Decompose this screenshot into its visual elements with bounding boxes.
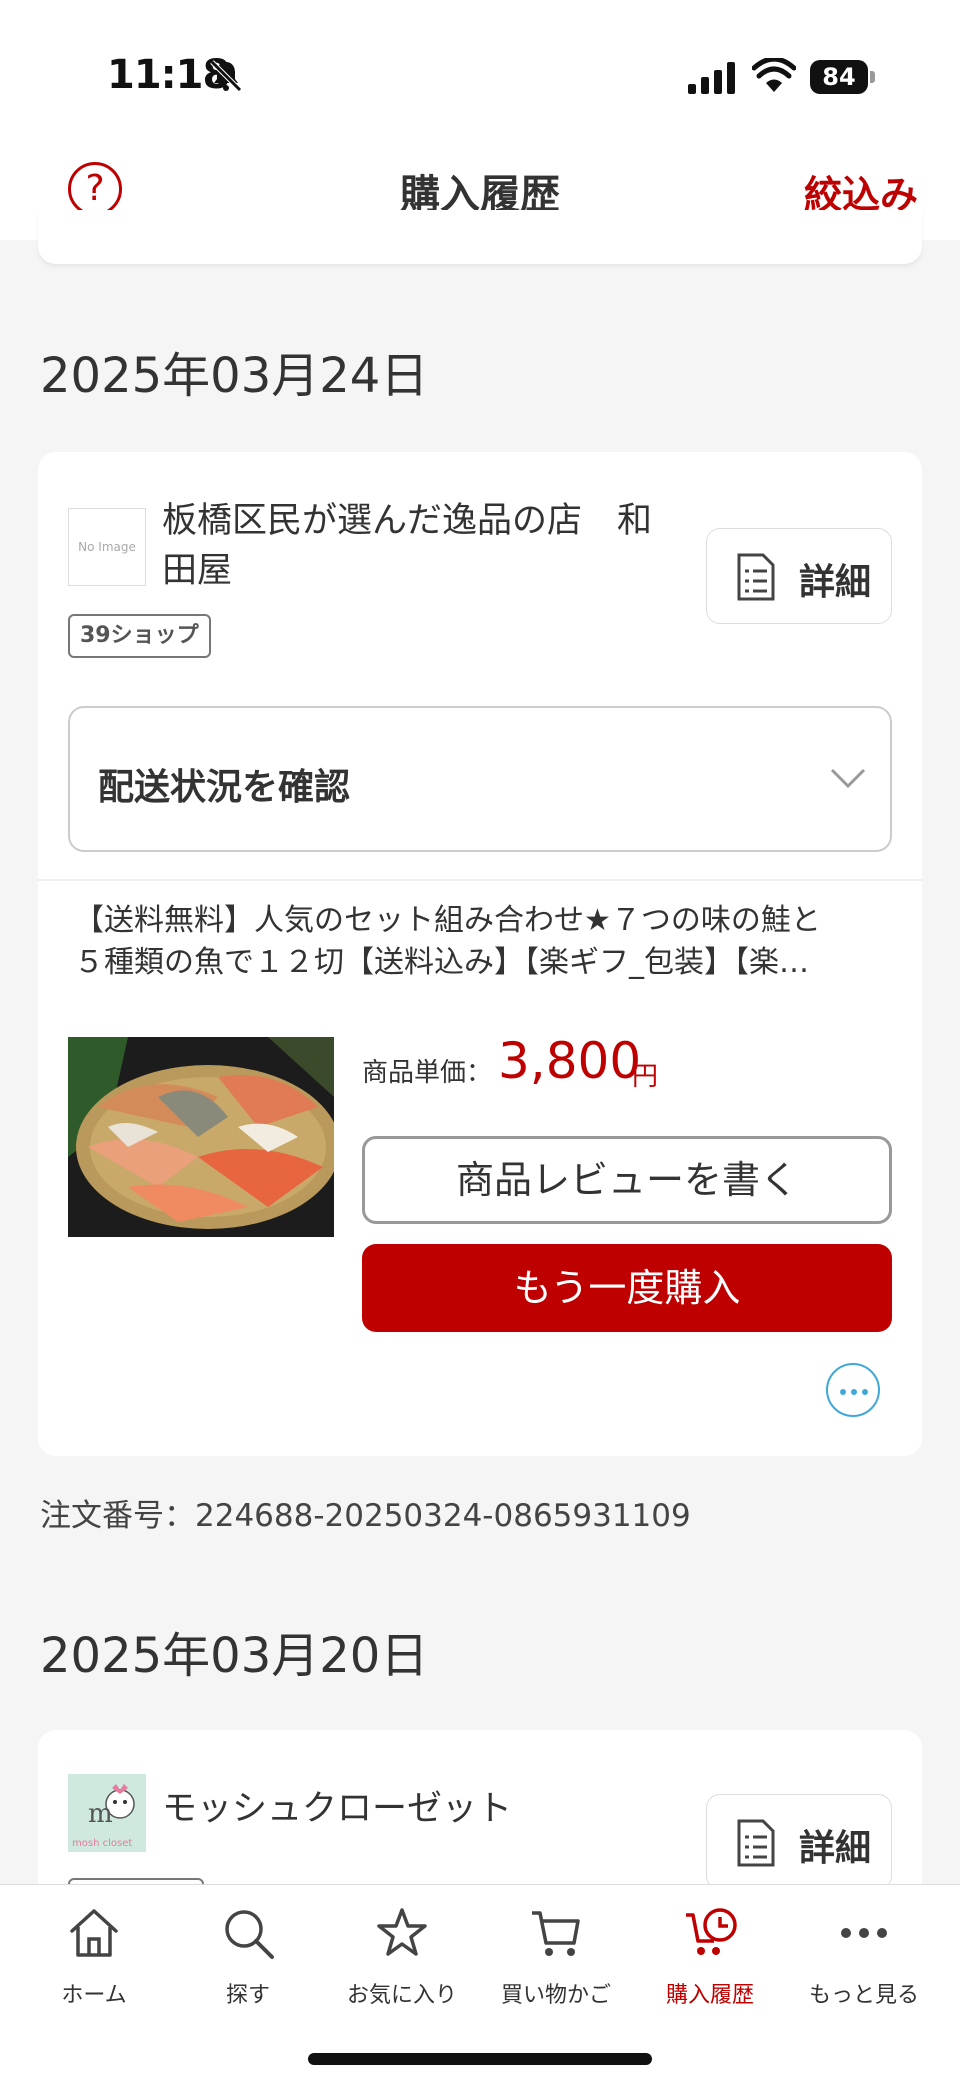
star-icon bbox=[377, 1908, 427, 1956]
nav-item-home[interactable]: ホーム bbox=[19, 1905, 169, 2009]
status-bar: 11:18 84 bbox=[0, 0, 960, 140]
more-icon bbox=[841, 1928, 887, 1938]
shop-logo-placeholder: No Image bbox=[78, 540, 136, 554]
home-icon bbox=[70, 1909, 118, 1957]
more-options-icon[interactable] bbox=[826, 1363, 880, 1417]
nav-item-purchase-history[interactable]: 購入履歴 bbox=[635, 1905, 785, 2009]
previous-order-card bbox=[38, 210, 922, 264]
search-icon bbox=[225, 1910, 274, 1959]
order-number: 注文番号：224688-20250324-0865931109 bbox=[40, 1498, 691, 1534]
order-date-heading: 2025年03月24日 bbox=[40, 348, 429, 404]
battery-level: 84 bbox=[810, 60, 868, 94]
nav-label: もっと見る bbox=[808, 1983, 919, 2008]
shop-name[interactable]: 板橋区民が選んだ逸品の店 和 田屋 bbox=[162, 496, 652, 596]
cellular-signal-icon bbox=[688, 62, 735, 94]
battery-indicator: 84 bbox=[810, 60, 875, 94]
shop-logo-text: mosh closet bbox=[72, 1838, 132, 1849]
cart-icon bbox=[532, 1911, 580, 1956]
chevron-down-icon bbox=[830, 768, 866, 789]
shipping-status-toggle[interactable]: 配送状況を確認 bbox=[68, 706, 892, 852]
silent-bell-icon bbox=[210, 60, 242, 92]
svg-text:m: m bbox=[88, 1799, 113, 1829]
nav-label: 探す bbox=[225, 1983, 270, 2008]
detail-button-label: 詳細 bbox=[799, 1828, 872, 1869]
nav-item-search[interactable]: 探す bbox=[173, 1905, 323, 2009]
shop-badge: 39ショップ bbox=[68, 614, 211, 658]
nav-label: 購入履歴 bbox=[665, 1983, 754, 2008]
bottom-navigation: ホーム 探す お気に入り 買い物かご 購入履歴 もっと見る bbox=[0, 1884, 960, 2087]
product-title-line: ５種類の魚で１２切【送料込み】【楽ギフ_包装】【楽… bbox=[74, 945, 809, 980]
price-unit: 円 bbox=[632, 1062, 659, 1092]
divider bbox=[38, 879, 922, 881]
nav-label: お気に入り bbox=[346, 1983, 457, 2008]
product-image[interactable] bbox=[68, 1037, 334, 1237]
order-date-heading: 2025年03月20日 bbox=[40, 1628, 429, 1684]
purchase-history-icon bbox=[686, 1908, 737, 1955]
document-icon bbox=[737, 1819, 775, 1867]
detail-button[interactable]: 詳細 bbox=[706, 528, 892, 624]
document-icon bbox=[737, 553, 775, 601]
order-card: No Image 板橋区民が選んだ逸品の店 和 田屋 39ショップ 詳細 配送状… bbox=[38, 452, 922, 1456]
buy-again-button[interactable]: もう一度購入 bbox=[362, 1244, 892, 1332]
price-value: 3,800 bbox=[498, 1032, 642, 1090]
product-title-line: 【送料無料】人気のセット組み合わせ★７つの味の鮭と bbox=[74, 903, 821, 938]
detail-button[interactable]: 詳細 bbox=[706, 1794, 892, 1890]
nav-item-more[interactable]: もっと見る bbox=[789, 1905, 939, 2009]
shop-name-line: 板橋区民が選んだ逸品の店 和 bbox=[162, 501, 653, 541]
nav-label: ホーム bbox=[61, 1983, 127, 2008]
product-title[interactable]: 【送料無料】人気のセット組み合わせ★７つの味の鮭と ５種類の魚で１２切【送料込み… bbox=[74, 900, 894, 984]
nav-item-cart[interactable]: 買い物かご bbox=[481, 1905, 631, 2009]
shop-name[interactable]: モッシュクローゼット bbox=[162, 1784, 512, 1834]
shipping-status-label: 配送状況を確認 bbox=[98, 767, 351, 808]
nav-label: 買い物かご bbox=[500, 1983, 611, 2008]
detail-button-label: 詳細 bbox=[799, 562, 872, 603]
home-indicator[interactable] bbox=[308, 2053, 652, 2065]
nav-item-favorites[interactable]: お気に入り bbox=[327, 1905, 477, 2009]
shop-name-line: モッシュクローゼット bbox=[162, 1789, 513, 1829]
wifi-icon bbox=[752, 58, 796, 92]
price-label: 商品単価： bbox=[362, 1058, 493, 1088]
write-review-button[interactable]: 商品レビューを書く bbox=[362, 1136, 892, 1224]
shop-name-line: 田屋 bbox=[162, 551, 233, 591]
shop-logo[interactable]: No Image bbox=[68, 508, 146, 586]
shop-logo[interactable]: m mosh closet bbox=[68, 1774, 146, 1852]
